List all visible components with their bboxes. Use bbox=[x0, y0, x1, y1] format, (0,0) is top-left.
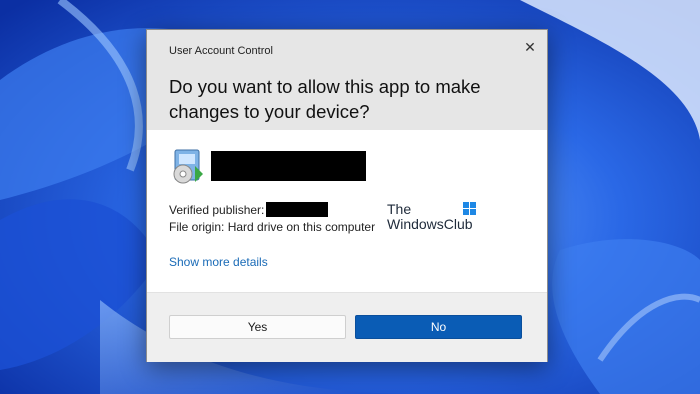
no-button[interactable]: No bbox=[355, 315, 522, 339]
dialog-footer: Yes No bbox=[147, 292, 547, 362]
app-details: Verified publisher: File origin: Hard dr… bbox=[169, 202, 375, 236]
installer-icon bbox=[173, 149, 203, 184]
windows-logo-icon bbox=[463, 202, 476, 215]
show-more-details-link[interactable]: Show more details bbox=[169, 255, 268, 269]
redacted-publisher bbox=[266, 202, 329, 217]
uac-dialog: User Account Control ✕ Do you want to al… bbox=[146, 29, 548, 362]
watermark-line2: WindowsClub bbox=[387, 216, 473, 232]
close-button[interactable]: ✕ bbox=[517, 35, 543, 59]
watermark: The WindowsClub bbox=[387, 201, 476, 232]
close-icon: ✕ bbox=[524, 38, 536, 55]
watermark-line1: The bbox=[387, 201, 412, 217]
publisher-label: Verified publisher: bbox=[169, 203, 265, 217]
yes-button[interactable]: Yes bbox=[169, 315, 346, 339]
file-origin: File origin: Hard drive on this computer bbox=[169, 220, 376, 234]
dialog-header: User Account Control ✕ Do you want to al… bbox=[147, 30, 547, 130]
redacted-app-name bbox=[211, 151, 366, 181]
window-title: User Account Control bbox=[169, 45, 273, 57]
prompt-question: Do you want to allow this app to make ch… bbox=[169, 76, 481, 122]
